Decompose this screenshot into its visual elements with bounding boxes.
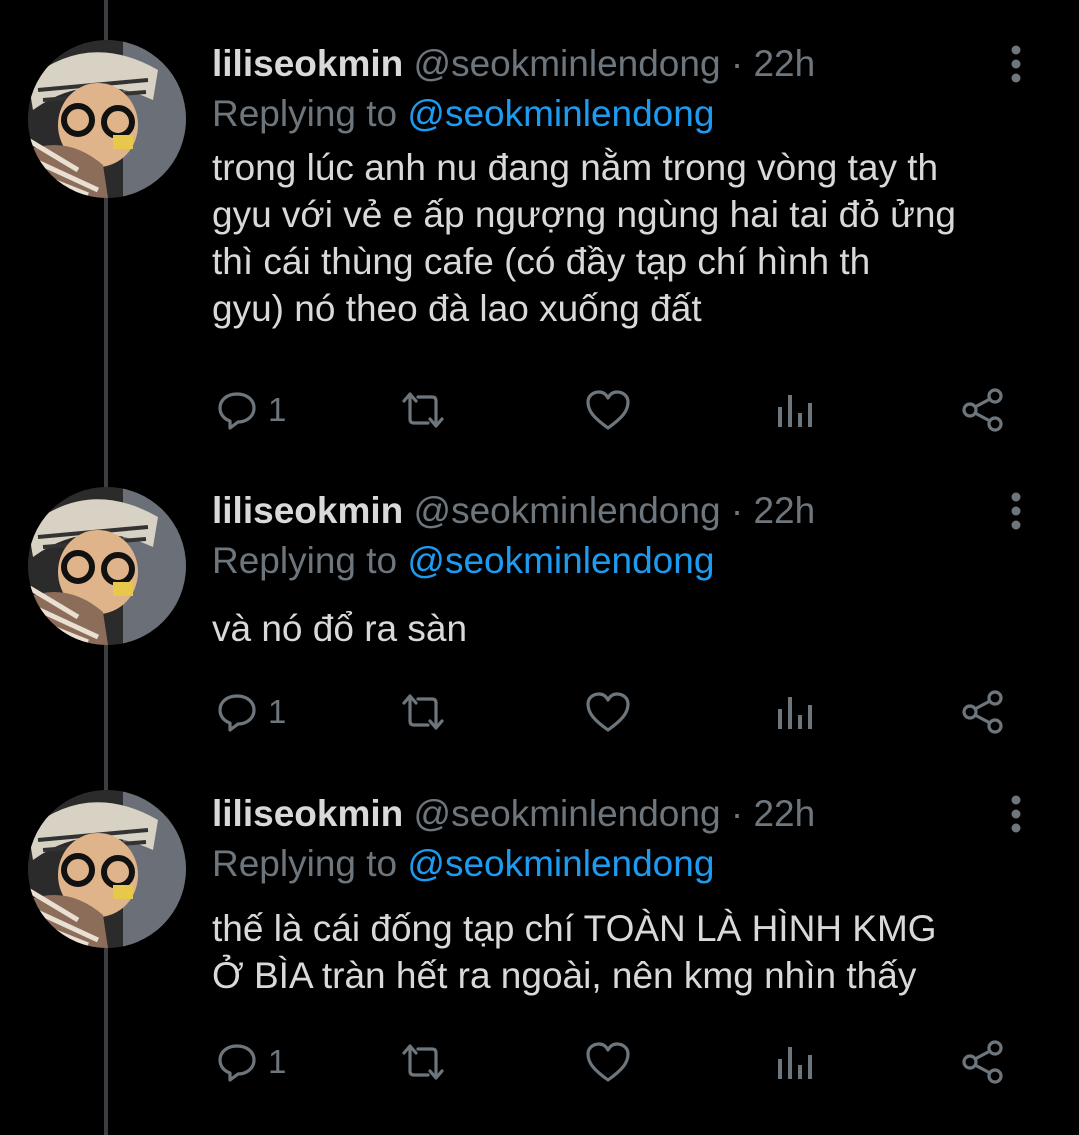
separator-dot: · [730,490,744,531]
retweet-icon [398,389,448,431]
tweet-actions: 1 [212,687,1032,737]
tweet-header: liliseokmin @seokminlendong · 22h [212,40,815,88]
replying-to-label: Replying to [212,93,398,134]
tweet-header: liliseokmin @seokminlendong · 22h [212,790,815,838]
reply-icon [216,389,258,431]
retweet-icon [398,1041,448,1083]
avatar[interactable] [28,40,186,198]
avatar-image [28,40,186,198]
more-icon[interactable] [1004,491,1028,531]
share-icon [960,1040,1006,1084]
tweet-text: thế là cái đống tạp chí TOÀN LÀ HÌNH KMG… [212,908,937,996]
display-name[interactable]: liliseokmin [212,43,403,84]
analytics-button[interactable] [776,687,816,737]
reply-count: 1 [268,1043,287,1080]
retweet-icon [398,691,448,733]
analytics-icon [776,1041,816,1083]
user-handle[interactable]: @seokminlendong [414,793,721,834]
share-icon [960,388,1006,432]
analytics-icon [776,691,816,733]
like-button[interactable] [584,687,632,737]
timestamp[interactable]: 22h [753,490,815,531]
reply-icon [216,1041,258,1083]
like-icon [584,388,632,432]
display-name[interactable]: liliseokmin [212,490,403,531]
replying-to-link[interactable]: @seokminlendong [407,540,714,581]
tweet-text: và nó đổ ra sàn [212,608,468,649]
avatar[interactable] [28,790,186,948]
reply-button[interactable]: 1 [216,687,286,737]
like-icon [584,1040,632,1084]
replying-to: Replying to @seokminlendong [212,90,714,138]
replying-to-link[interactable]: @seokminlendong [407,843,714,884]
user-handle[interactable]: @seokminlendong [414,43,721,84]
retweet-button[interactable] [398,1037,448,1087]
reply-button[interactable]: 1 [216,1037,286,1087]
avatar[interactable] [28,487,186,645]
display-name[interactable]: liliseokmin [212,793,403,834]
tweet[interactable]: liliseokmin @seokminlendong · 22h Replyi… [0,487,1079,747]
tweet-actions: 1 [212,1037,1032,1087]
more-icon[interactable] [1004,794,1028,834]
separator-dot: · [730,793,744,834]
retweet-button[interactable] [398,385,448,435]
reply-icon [216,691,258,733]
replying-to-label: Replying to [212,843,398,884]
reply-count: 1 [268,693,287,730]
separator-dot: · [730,43,744,84]
tweet[interactable]: liliseokmin @seokminlendong · 22h Replyi… [0,790,1079,1130]
replying-to-label: Replying to [212,540,398,581]
avatar-image [28,487,186,645]
share-icon [960,690,1006,734]
more-icon[interactable] [1004,44,1028,84]
share-button[interactable] [960,1037,1006,1087]
analytics-button[interactable] [776,1037,816,1087]
tweet-header: liliseokmin @seokminlendong · 22h [212,487,815,535]
reply-button[interactable]: 1 [216,385,286,435]
tweet-actions: 1 [212,385,1032,435]
replying-to: Replying to @seokminlendong [212,840,714,888]
avatar-image [28,790,186,948]
share-button[interactable] [960,385,1006,435]
share-button[interactable] [960,687,1006,737]
user-handle[interactable]: @seokminlendong [414,490,721,531]
tweet-text: trong lúc anh nu đang nằm trong vòng tay… [212,147,957,329]
retweet-button[interactable] [398,687,448,737]
analytics-button[interactable] [776,385,816,435]
reply-count: 1 [268,391,287,428]
replying-to-link[interactable]: @seokminlendong [407,93,714,134]
timestamp[interactable]: 22h [753,43,815,84]
timestamp[interactable]: 22h [753,793,815,834]
tweet[interactable]: liliseokmin @seokminlendong · 22h Replyi… [0,40,1079,440]
analytics-icon [776,389,816,431]
like-button[interactable] [584,1037,632,1087]
like-button[interactable] [584,385,632,435]
like-icon [584,690,632,734]
replying-to: Replying to @seokminlendong [212,537,714,585]
